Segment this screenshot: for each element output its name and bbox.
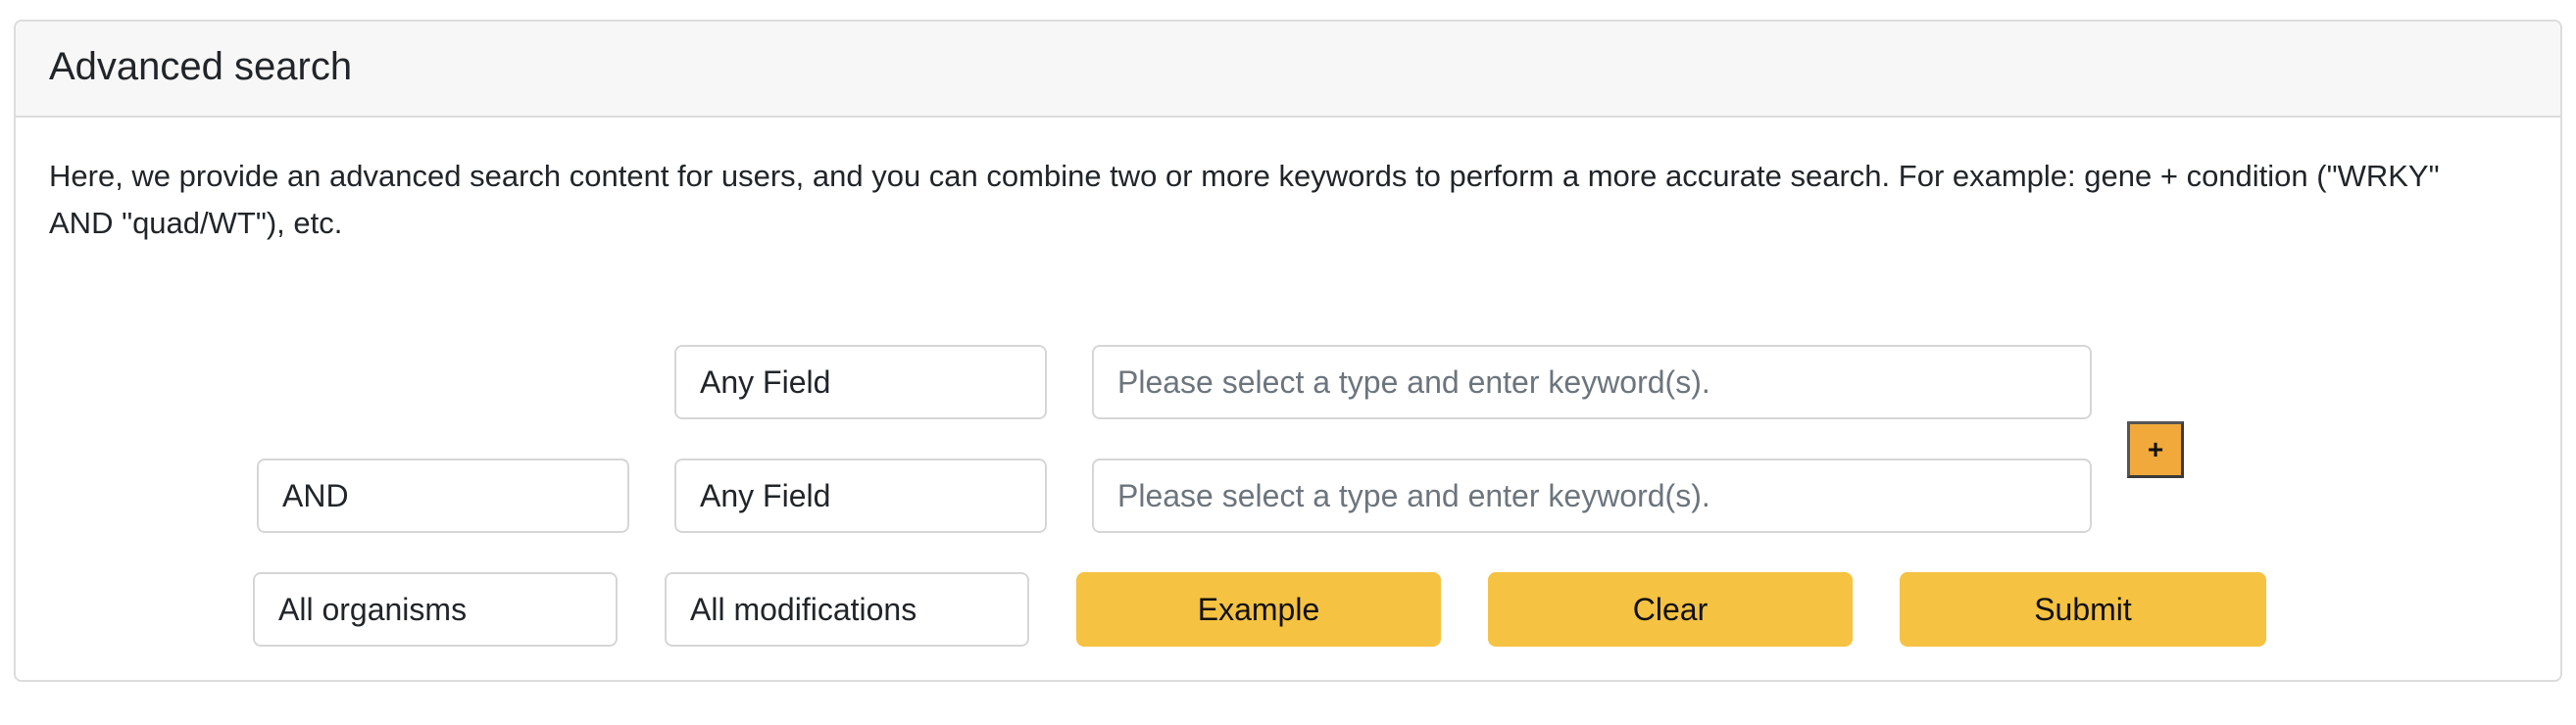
modification-select[interactable]: All modifications — [665, 572, 1029, 647]
operator-select-row-2[interactable]: AND — [257, 459, 629, 533]
page-title: Advanced search — [49, 45, 353, 88]
add-row-button[interactable]: + — [2127, 421, 2184, 478]
keyword-input-row-2[interactable] — [1092, 459, 2092, 533]
search-description: Here, we provide an advanced search cont… — [49, 159, 2440, 240]
organism-select[interactable]: All organisms — [253, 572, 618, 647]
submit-button[interactable]: Submit — [1900, 572, 2266, 647]
card-header: Advanced search — [16, 22, 2560, 118]
clear-button[interactable]: Clear — [1488, 572, 1853, 647]
field-select-row-2[interactable]: Any Field — [674, 459, 1047, 533]
keyword-input-row-1[interactable] — [1092, 345, 2092, 419]
field-select-row-1[interactable]: Any Field — [674, 345, 1047, 419]
example-button[interactable]: Example — [1076, 572, 1441, 647]
